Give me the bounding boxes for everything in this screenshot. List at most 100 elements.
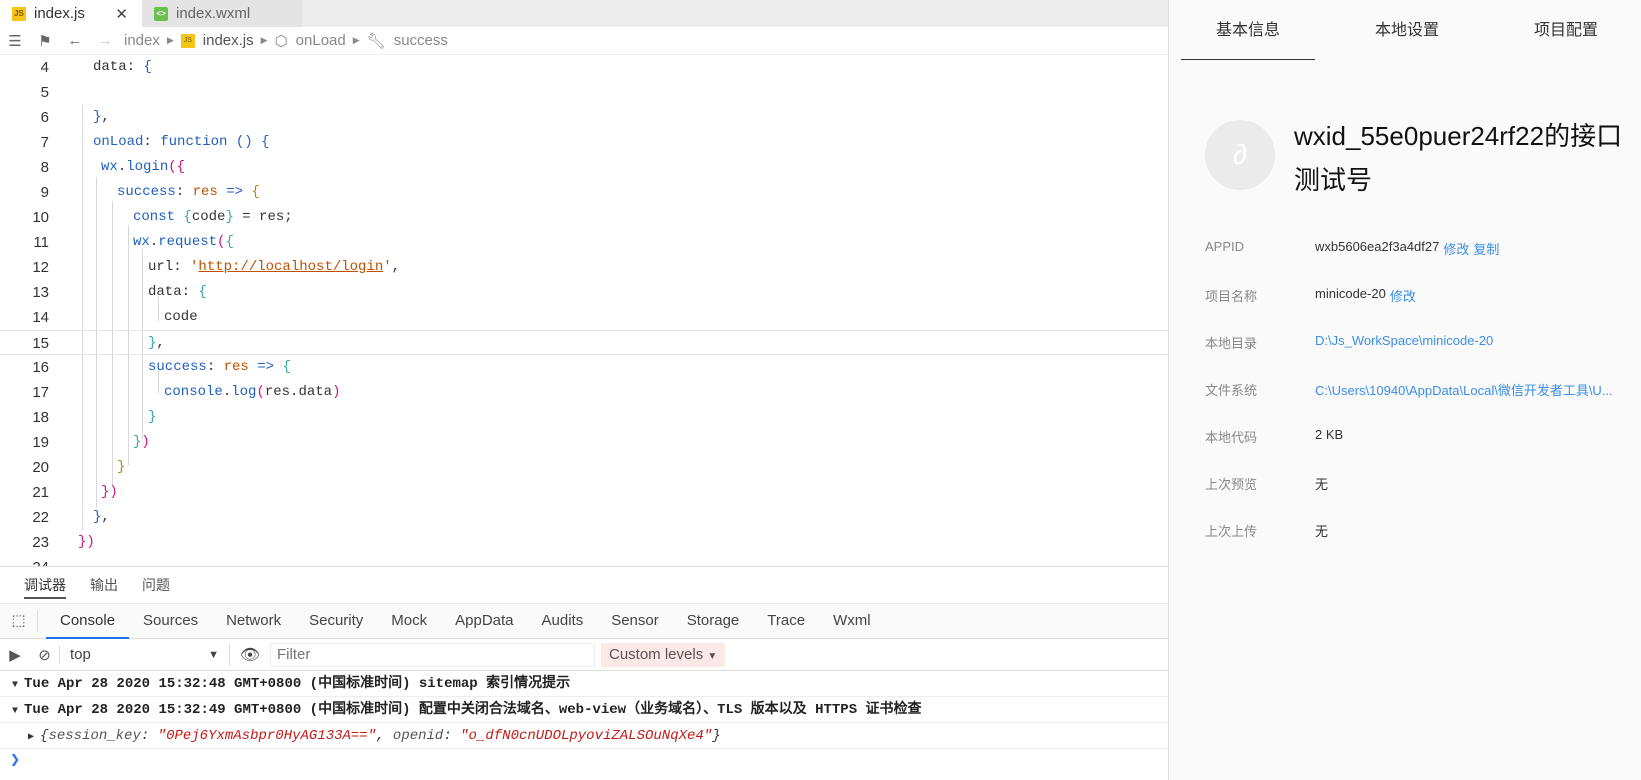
object-value: "0Pej6YxmAsbpr0HyAG133A==" — [157, 728, 377, 744]
line-number: 16 — [32, 359, 49, 376]
console-log-entry[interactable]: ▼ Tue Apr 28 2020 15:32:49 GMT+0800 (中国标准… — [0, 697, 1168, 723]
eye-icon[interactable]: 👁︎ — [230, 645, 270, 665]
forward-arrow-icon[interactable]: → — [90, 32, 120, 49]
bottom-tabs: 调试器 输出 问题 — [0, 567, 1168, 603]
line-number: 19 — [32, 434, 49, 451]
chevron-right-icon: ▶ — [260, 35, 268, 45]
row-value: minicode-20 — [1315, 286, 1386, 301]
breadcrumb-item[interactable]: index.js — [203, 32, 254, 49]
code-line: 20} — [0, 455, 1168, 480]
console-prompt[interactable]: ❯ — [0, 749, 1168, 769]
code-line: 13 data: { — [0, 280, 1168, 305]
sidebar-toggle-icon[interactable]: ▶︎ — [0, 646, 30, 664]
tab-sensor[interactable]: Sensor — [597, 603, 673, 639]
local-dir-link[interactable]: D:\Js_WorkSpace\minicode-20 — [1315, 333, 1493, 353]
context-select[interactable]: top ▼ — [60, 643, 230, 666]
info-row-local-dir: 本地目录 D:\Js_WorkSpace\minicode-20 — [1205, 333, 1625, 353]
tab-basic-info[interactable]: 基本信息 — [1181, 0, 1315, 60]
custom-levels-dropdown[interactable]: Custom levels ▼ — [601, 642, 726, 667]
tab-wxml[interactable]: Wxml — [819, 603, 885, 639]
tab-network[interactable]: Network — [212, 603, 295, 639]
breadcrumb-item[interactable]: onLoad — [296, 32, 346, 49]
code-editor[interactable]: 4 data: { 5 6}, 7 onLoad: function () { 8w… — [0, 55, 1168, 566]
tab-storage[interactable]: Storage — [673, 603, 754, 639]
info-row-last-upload: 上次上传 无 — [1205, 521, 1625, 541]
row-label: 本地目录 — [1205, 336, 1258, 351]
line-number: 4 — [40, 59, 49, 76]
expand-triangle-icon[interactable]: ▼ — [12, 680, 18, 691]
code-line: 18} — [0, 405, 1168, 430]
chevron-right-icon: ▶ — [352, 35, 360, 45]
row-label: 本地代码 — [1205, 430, 1258, 445]
row-label: 文件系统 — [1205, 383, 1258, 398]
console-log-entry[interactable]: ▼ Tue Apr 28 2020 15:32:48 GMT+0800 (中国标准… — [0, 671, 1168, 697]
context-value: top — [70, 645, 91, 663]
row-label: APPID — [1205, 239, 1245, 254]
close-icon[interactable]: ✕ — [115, 5, 128, 23]
code-line: 7 onLoad: function () { — [0, 130, 1168, 155]
filter-input[interactable] — [270, 642, 595, 667]
code-line: 12 url: 'http://localhost/login', — [0, 255, 1168, 280]
tab-local-settings[interactable]: 本地设置 — [1315, 0, 1499, 60]
list-icon[interactable]: ☰ — [0, 32, 30, 50]
tab-project-config[interactable]: 项目配置 — [1499, 0, 1633, 60]
line-number: 10 — [32, 209, 49, 226]
edit-link[interactable]: 修改 — [1390, 286, 1416, 306]
clear-console-icon[interactable]: ⊘ — [30, 645, 60, 664]
dropdown-arrow-icon: ▼ — [208, 648, 219, 661]
code-line: 10 const {code} = res; — [0, 205, 1168, 230]
tab-label: index.js — [34, 5, 85, 22]
expand-triangle-icon[interactable]: ▼ — [12, 706, 18, 717]
row-value: 无 — [1315, 477, 1329, 492]
wrench-icon: 🔧︎ — [366, 32, 386, 50]
object-key: openid — [392, 728, 444, 744]
line-number: 24 — [0, 555, 49, 566]
tab-label: index.wxml — [176, 5, 251, 22]
object-value: "o_dfN0cnUDOLpyoviZALSOuNqXe4" — [460, 728, 713, 744]
inspect-element-icon[interactable]: ⬚ — [0, 610, 38, 632]
back-arrow-icon[interactable]: ← — [60, 32, 90, 49]
tab-index-js[interactable]: JS index.js ✕ — [0, 0, 142, 27]
breadcrumb-item[interactable]: index — [124, 32, 160, 49]
tab-sources[interactable]: Sources — [129, 603, 212, 639]
code-line: 11 wx.request({ — [0, 230, 1168, 255]
code-line: 4 data: { — [0, 55, 1168, 80]
copy-link[interactable]: 复制 — [1473, 239, 1499, 259]
edit-link[interactable]: 修改 — [1443, 239, 1469, 259]
tab-console[interactable]: Console — [46, 603, 130, 639]
log-text: Tue Apr 28 2020 15:32:48 GMT+0800 (中国标准时… — [24, 676, 571, 692]
line-number: 14 — [32, 309, 49, 326]
row-label: 上次预览 — [1205, 477, 1258, 492]
miniprogram-logo-icon: ∂ — [1205, 120, 1275, 190]
code-line: 16 success: res => { — [0, 355, 1168, 380]
tab-problems[interactable]: 问题 — [142, 567, 170, 603]
tab-audits[interactable]: Audits — [528, 603, 598, 639]
tab-debugger[interactable]: 调试器 — [24, 567, 66, 603]
code-line: 19}) — [0, 430, 1168, 455]
tab-mock[interactable]: Mock — [377, 603, 441, 639]
js-file-icon: JS — [12, 6, 26, 21]
tab-output[interactable]: 输出 — [90, 567, 118, 603]
info-row-appid: APPID wxb5606ea2f3a4df27 修改 复制 — [1205, 239, 1625, 259]
tab-index-wxml[interactable]: <> index.wxml — [142, 0, 302, 27]
tab-appdata[interactable]: AppData — [441, 603, 527, 639]
tab-trace[interactable]: Trace — [753, 603, 819, 639]
line-number: 5 — [40, 84, 49, 101]
project-title: wxid_55e0puer24rf22的接口测试号 — [1294, 121, 1623, 195]
line-number: 6 — [40, 109, 49, 126]
tab-security[interactable]: Security — [295, 603, 377, 639]
debug-panel: 调试器 输出 问题 ⬚ Console Sources Network Secu… — [0, 566, 1168, 780]
code-line: 24 — [0, 555, 1168, 566]
code-line: 8 wx.login({ — [0, 155, 1168, 180]
code-line: 14 code — [0, 305, 1168, 330]
filesystem-link[interactable]: C:\Users\10940\AppData\Local\微信开发者工具\U..… — [1315, 380, 1625, 400]
breadcrumb-item[interactable]: success — [394, 32, 448, 49]
console-object-entry[interactable]: ▶ {session_key: "0Pej6YxmAsbpr0HyAG133A==… — [0, 723, 1168, 749]
code-line: 6}, — [0, 105, 1168, 130]
code-line: 22}, — [0, 505, 1168, 530]
line-number: 7 — [40, 134, 49, 151]
info-row-last-preview: 上次预览 无 — [1205, 474, 1625, 494]
expand-triangle-icon[interactable]: ▶ — [28, 732, 34, 743]
bookmark-icon[interactable]: ⚑ — [30, 32, 60, 50]
code-line: 23}) — [0, 530, 1168, 555]
